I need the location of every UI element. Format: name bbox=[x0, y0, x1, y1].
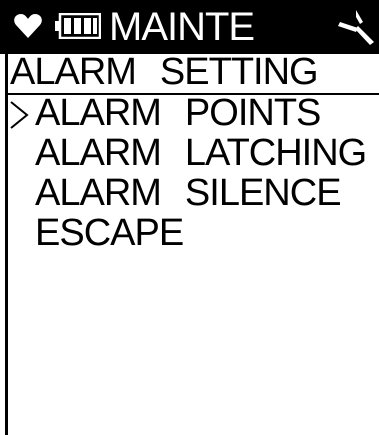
battery-icon bbox=[55, 13, 101, 39]
menu-item-alarm-silence[interactable]: ALARM SILENCE bbox=[0, 172, 379, 214]
menu-list: ALARM POINTS ALARM LATCHING ALARM SILENCE E… bbox=[0, 92, 379, 254]
menu-item-word-1: ALARM bbox=[35, 92, 162, 134]
menu-item-escape[interactable]: ESCAPE bbox=[0, 212, 379, 254]
menu-item-word-2: POINTS bbox=[184, 92, 321, 134]
menu-item-label: ESCAPE bbox=[35, 212, 184, 254]
menu-item-alarm-latching[interactable]: ALARM LATCHING bbox=[0, 132, 379, 174]
screen-header: ALARM SETTING bbox=[8, 51, 379, 95]
screen-heading: ALARM SETTING bbox=[10, 51, 319, 93]
menu-item-label: ALARM POINTS bbox=[35, 92, 321, 134]
device-screen: MAINTE ALARM SETTING ALARM POINTS ALARM LAT… bbox=[0, 0, 379, 435]
menu-item-word-2: SILENCE bbox=[184, 172, 342, 214]
menu-item-word-1: ALARM bbox=[35, 132, 162, 174]
menu-item-label: ALARM LATCHING bbox=[35, 132, 367, 174]
menu-item-label: ALARM SILENCE bbox=[35, 172, 342, 214]
selection-cursor-icon bbox=[10, 101, 29, 129]
heart-icon bbox=[14, 14, 42, 38]
menu-item-word-1: ALARM bbox=[35, 172, 162, 214]
mode-title: MAINTE bbox=[109, 5, 255, 49]
signal-icon bbox=[338, 10, 374, 45]
heading-word-1: ALARM bbox=[10, 51, 137, 93]
menu-item-word-1: ESCAPE bbox=[35, 212, 184, 254]
status-bar: MAINTE bbox=[0, 0, 379, 54]
heading-word-2: SETTING bbox=[159, 51, 319, 93]
menu-item-word-2: LATCHING bbox=[184, 132, 367, 174]
menu-item-alarm-points[interactable]: ALARM POINTS bbox=[0, 92, 379, 134]
